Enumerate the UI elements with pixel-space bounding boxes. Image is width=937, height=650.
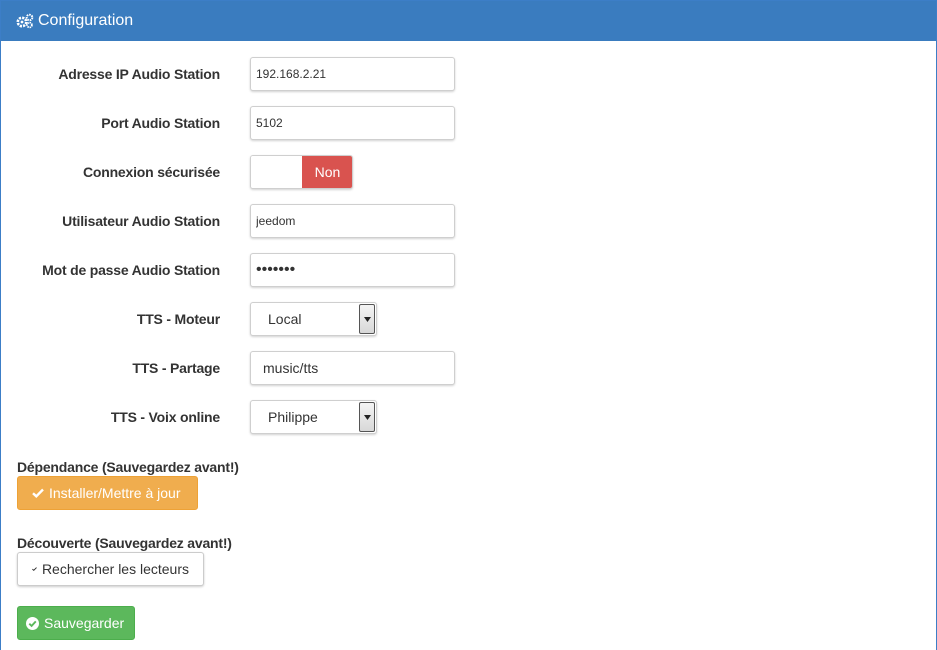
tts-voice-label: TTS - Voix online xyxy=(110,409,220,425)
configuration-panel: Configuration Adresse IP Audio Station P… xyxy=(0,0,937,650)
secure-toggle[interactable]: Non xyxy=(250,155,353,189)
save-label: Sauvegarder xyxy=(44,615,125,631)
search-players-label: Rechercher les lecteurs xyxy=(41,561,189,577)
port-input[interactable] xyxy=(250,106,455,140)
ip-input[interactable] xyxy=(250,57,455,91)
install-update-label: Installer/Mettre à jour xyxy=(49,485,181,501)
dropdown-arrow-icon[interactable] xyxy=(359,304,375,334)
secure-label: Connexion sécurisée xyxy=(82,164,220,180)
panel-title: Configuration xyxy=(38,12,134,29)
password-input[interactable] xyxy=(250,253,455,287)
dropdown-arrow-icon[interactable] xyxy=(359,402,375,432)
save-button[interactable]: Sauvegarder xyxy=(17,606,135,640)
ip-label: Adresse IP Audio Station xyxy=(58,66,220,82)
tts-voice-value: Philippe xyxy=(268,409,318,425)
dependency-title: Dépendance (Sauvegardez avant!) xyxy=(17,459,239,475)
install-update-button[interactable]: Installer/Mettre à jour xyxy=(17,476,198,510)
tts-engine-label: TTS - Moteur xyxy=(136,311,220,327)
tts-engine-value: Local xyxy=(268,311,302,327)
user-input[interactable] xyxy=(250,204,455,238)
check-icon xyxy=(32,488,44,498)
discovery-title: Découverte (Sauvegardez avant!) xyxy=(17,535,232,551)
search-players-button[interactable]: Rechercher les lecteurs xyxy=(17,552,204,586)
user-label: Utilisateur Audio Station xyxy=(62,213,220,229)
password-label: Mot de passe Audio Station xyxy=(42,262,220,278)
toggle-knob xyxy=(251,156,302,188)
check-icon xyxy=(32,567,37,572)
toggle-state-off: Non xyxy=(302,156,352,188)
tts-voice-select[interactable]: Philippe xyxy=(250,400,377,434)
tts-share-label: TTS - Partage xyxy=(132,360,220,376)
tts-share-input[interactable] xyxy=(250,351,455,385)
cogs-icon xyxy=(16,13,34,29)
panel-heading: Configuration xyxy=(1,1,936,41)
port-label: Port Audio Station xyxy=(101,115,220,131)
tts-engine-select[interactable]: Local xyxy=(250,302,377,336)
check-circle-icon xyxy=(26,616,39,630)
